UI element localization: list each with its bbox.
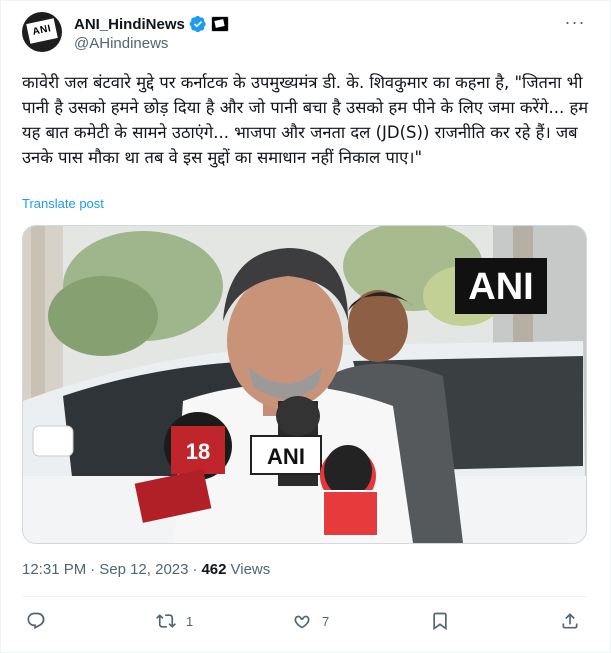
handle[interactable]: @AHindinews <box>74 35 168 52</box>
verified-badge-icon[interactable] <box>189 15 207 33</box>
more-options-icon[interactable]: ··· <box>564 13 586 36</box>
views-count: 462 <box>201 561 227 578</box>
tweet-header: ANI ANI_HindiNews @AHindinews ··· <box>22 12 592 56</box>
media-illustration: ANI 18 ANI <box>23 226 586 543</box>
share-button[interactable] <box>560 606 580 636</box>
repost-button[interactable]: 1 <box>156 606 193 636</box>
ani-logo: ANI <box>26 18 58 44</box>
affiliate-badge-icon[interactable] <box>210 16 229 32</box>
tweet-text: कावेरी जल बंटवारे मुद्दे पर कर्नाटक के उ… <box>22 73 594 167</box>
repost-count: 1 <box>186 613 194 629</box>
tweet-meta: 12:31 PM · Sep 12, 2023 · 462 Views <box>22 561 270 578</box>
heart-icon <box>294 615 310 629</box>
display-name[interactable]: ANI_HindiNews <box>74 16 185 33</box>
avatar[interactable]: ANI <box>22 12 62 52</box>
meta-separator: · <box>192 561 198 578</box>
like-count: 7 <box>322 613 330 629</box>
ani-watermark: ANI <box>468 266 533 308</box>
action-bar: 1 7 <box>22 606 587 636</box>
repost-icon <box>156 614 176 628</box>
reply-icon <box>27 612 45 630</box>
bookmark-icon <box>433 612 447 631</box>
tweet-date[interactable]: Sep 12, 2023 <box>99 561 188 578</box>
tweet-media-image[interactable]: ANI 18 ANI <box>22 225 587 544</box>
reply-button[interactable] <box>26 606 56 636</box>
meta-separator: · <box>90 561 96 578</box>
like-button[interactable]: 7 <box>292 606 329 636</box>
share-icon <box>562 613 578 629</box>
views-label: Views <box>230 561 271 578</box>
mic-label-18: 18 <box>186 439 210 464</box>
mic-label-ani: ANI <box>267 444 305 469</box>
name-row: ANI_HindiNews <box>74 14 229 34</box>
divider <box>22 596 587 597</box>
translate-post-link[interactable]: Translate post <box>22 196 104 211</box>
bookmark-button[interactable] <box>430 606 450 636</box>
tweet-time[interactable]: 12:31 PM <box>22 561 86 578</box>
